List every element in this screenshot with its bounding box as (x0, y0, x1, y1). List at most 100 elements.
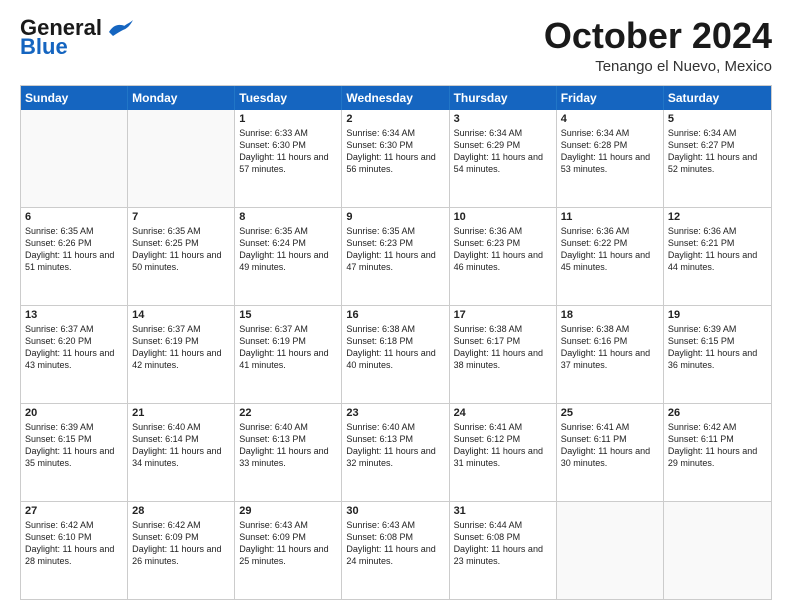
logo: General Blue (20, 16, 135, 58)
day-number: 5 (668, 113, 767, 125)
month-title: October 2024 (544, 16, 772, 56)
header-day-friday: Friday (557, 86, 664, 110)
day-cell-5: 5 Sunrise: 6:34 AMSunset: 6:27 PMDaylight… (664, 110, 771, 207)
day-cell-16: 16Sunrise: 6:38 AMSunset: 6:18 PMDayligh… (342, 306, 449, 403)
sunset-text: Sunset: 6:28 PM (561, 139, 659, 151)
day-cell-19: 19Sunrise: 6:39 AMSunset: 6:15 PMDayligh… (664, 306, 771, 403)
sunset-text: Sunset: 6:08 PM (454, 531, 552, 543)
day-cell-14: 14 Sunrise: 6:37 AMSunset: 6:19 PMDayligh… (128, 306, 235, 403)
day-cell-1: 1Sunrise: 6:33 AMSunset: 6:30 PMDaylight… (235, 110, 342, 207)
day-number: 28 (132, 505, 230, 517)
day-cell-4: 4Sunrise: 6:34 AMSunset: 6:28 PMDaylight… (557, 110, 664, 207)
empty-cell (557, 502, 664, 599)
day-cell-12: 12Sunrise: 6:36 AMSunset: 6:21 PMDayligh… (664, 208, 771, 305)
sunset-text: Sunset: 6:15 PM (668, 335, 767, 347)
sunrise-text: Sunrise: 6:34 AM (668, 127, 767, 139)
daylight-text: Daylight: 11 hours and 24 minutes. (346, 543, 444, 567)
sunrise-text: Sunrise: 6:42 AM (668, 421, 767, 433)
header: General Blue October 2024 Tenango el Nue… (20, 16, 772, 75)
sunset-text: Sunset: 6:30 PM (239, 139, 337, 151)
sunrise-text: Sunrise: 6:42 AM (132, 519, 230, 531)
day-number: 23 (346, 407, 444, 419)
day-cell-18: 18Sunrise: 6:38 AMSunset: 6:16 PMDayligh… (557, 306, 664, 403)
sunrise-text: Sunrise: 6:43 AM (239, 519, 337, 531)
daylight-text: Daylight: 11 hours and 43 minutes. (25, 347, 123, 371)
daylight-text: Daylight: 11 hours and 50 minutes. (132, 249, 230, 273)
daylight-text: Daylight: 11 hours and 56 minutes. (346, 151, 444, 175)
day-number: 1 (239, 113, 337, 125)
calendar-body: 1Sunrise: 6:33 AMSunset: 6:30 PMDaylight… (21, 110, 771, 599)
daylight-text: Daylight: 11 hours and 33 minutes. (239, 445, 337, 469)
sunset-text: Sunset: 6:27 PM (668, 139, 767, 151)
calendar-row-3: 20 Sunrise: 6:39 AMSunset: 6:15 PM Dayligh… (21, 403, 771, 501)
daylight-text: Daylight: 11 hours and 23 minutes. (454, 543, 552, 567)
day-number: 4 (561, 113, 659, 125)
day-number: 27 (25, 505, 123, 517)
daylight-text: Daylight: 11 hours and 37 minutes. (561, 347, 659, 371)
sunrise-text: Sunrise: 6:44 AM (454, 519, 552, 531)
sunset-text: Sunset: 6:16 PM (561, 335, 659, 347)
day-cell-6: 6Sunrise: 6:35 AMSunset: 6:26 PMDaylight… (21, 208, 128, 305)
daylight-text: Daylight: 11 hours and 54 minutes. (454, 151, 552, 175)
sunrise-text: Sunrise: 6:41 AM (454, 421, 552, 433)
sunrise-text: Sunrise: 6:37 AM (132, 323, 230, 335)
day-number: 3 (454, 113, 552, 125)
sunrise-text: Sunrise: 6:34 AM (561, 127, 659, 139)
day-number: 30 (346, 505, 444, 517)
day-cell-21: 21Sunrise: 6:40 AMSunset: 6:14 PMDayligh… (128, 404, 235, 501)
day-cell-23: 23Sunrise: 6:40 AMSunset: 6:13 PMDayligh… (342, 404, 449, 501)
daylight-text: Daylight: 11 hours and 42 minutes. (132, 347, 230, 371)
sunrise-text: Sunrise: 6:34 AM (454, 127, 552, 139)
daylight-text: Daylight: 11 hours and 32 minutes. (346, 445, 444, 469)
sunrise-text: Sunrise: 6:38 AM (561, 323, 659, 335)
day-cell-9: 9Sunrise: 6:35 AMSunset: 6:23 PMDaylight… (342, 208, 449, 305)
daylight-text: Daylight: 11 hours and 49 minutes. (239, 249, 337, 273)
day-cell-22: 22Sunrise: 6:40 AMSunset: 6:13 PMDayligh… (235, 404, 342, 501)
calendar-row-1: 6Sunrise: 6:35 AMSunset: 6:26 PMDaylight… (21, 207, 771, 305)
sunrise-text: Sunrise: 6:42 AM (25, 519, 123, 531)
day-number: 14 (132, 309, 230, 321)
sunset-text: Sunset: 6:30 PM (346, 139, 444, 151)
day-number: 24 (454, 407, 552, 419)
day-number: 16 (346, 309, 444, 321)
sunset-text: Sunset: 6:19 PM (132, 335, 230, 347)
day-cell-17: 17Sunrise: 6:38 AMSunset: 6:17 PMDayligh… (450, 306, 557, 403)
sunrise-text: Sunrise: 6:40 AM (132, 421, 230, 433)
day-number: 12 (668, 211, 767, 223)
title-block: October 2024 Tenango el Nuevo, Mexico (544, 16, 772, 75)
sunset-text: Sunset: 6:13 PM (346, 433, 444, 445)
day-cell-28: 28Sunrise: 6:42 AMSunset: 6:09 PMDayligh… (128, 502, 235, 599)
sunset-text: Sunset: 6:15 PM (25, 433, 123, 445)
sunset-text: Sunset: 6:26 PM (25, 237, 123, 249)
sunrise-text: Sunrise: 6:36 AM (561, 225, 659, 237)
day-number: 9 (346, 211, 444, 223)
day-number: 8 (239, 211, 337, 223)
sunrise-text: Sunrise: 6:37 AM (239, 323, 337, 335)
day-cell-26: 26Sunrise: 6:42 AMSunset: 6:11 PMDayligh… (664, 404, 771, 501)
sunset-text: Sunset: 6:11 PM (668, 433, 767, 445)
sunset-text: Sunset: 6:11 PM (561, 433, 659, 445)
daylight-text: Daylight: 11 hours and 38 minutes. (454, 347, 552, 371)
day-number: 25 (561, 407, 659, 419)
calendar: SundayMondayTuesdayWednesdayThursdayFrid… (20, 85, 772, 600)
day-cell-24: 24Sunrise: 6:41 AMSunset: 6:12 PMDayligh… (450, 404, 557, 501)
sunset-text: Sunset: 6:19 PM (239, 335, 337, 347)
empty-cell (128, 110, 235, 207)
day-number: 11 (561, 211, 659, 223)
header-day-sunday: Sunday (21, 86, 128, 110)
sunrise-text: Sunrise: 6:39 AM (25, 421, 123, 433)
sunset-text: Sunset: 6:09 PM (132, 531, 230, 543)
sunset-text: Sunset: 6:09 PM (239, 531, 337, 543)
day-cell-10: 10Sunrise: 6:36 AMSunset: 6:23 PMDayligh… (450, 208, 557, 305)
day-number: 20 (25, 407, 123, 419)
sunrise-text: Sunrise: 6:36 AM (668, 225, 767, 237)
header-day-wednesday: Wednesday (342, 86, 449, 110)
daylight-text: Daylight: 11 hours and 44 minutes. (668, 249, 767, 273)
sunset-text: Sunset: 6:10 PM (25, 531, 123, 543)
day-cell-29: 29Sunrise: 6:43 AMSunset: 6:09 PMDayligh… (235, 502, 342, 599)
logo-bird-icon (105, 18, 135, 40)
daylight-text: Daylight: 11 hours and 52 minutes. (668, 151, 767, 175)
header-day-tuesday: Tuesday (235, 86, 342, 110)
sunrise-text: Sunrise: 6:33 AM (239, 127, 337, 139)
sunrise-text: Sunrise: 6:35 AM (346, 225, 444, 237)
